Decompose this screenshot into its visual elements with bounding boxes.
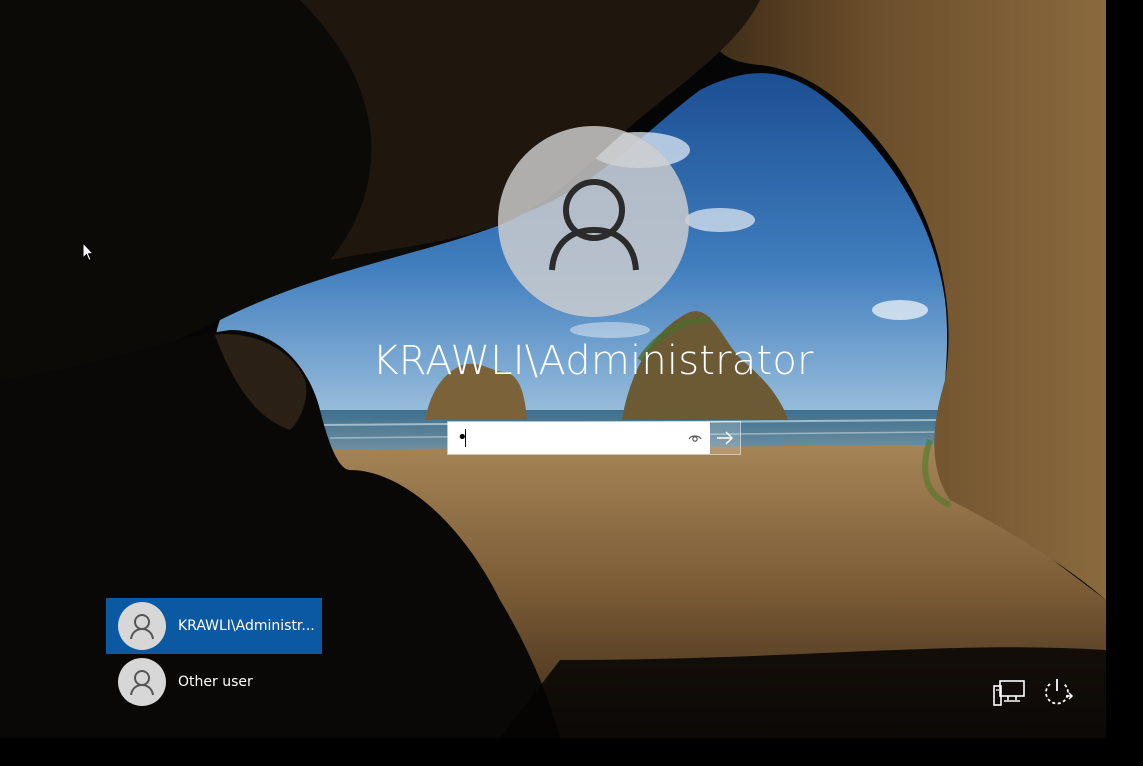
password-box: • [447,421,741,455]
power-icon[interactable] [1040,676,1074,708]
user-avatar [498,126,689,317]
user-silhouette-icon [130,614,154,640]
username-title: KRAWLI\Administrator [372,338,814,384]
lock-screen: KRAWLI\Administrator • KRAWLI\Administr.… [0,0,1106,738]
arrow-right-icon [717,431,734,445]
user-silhouette-icon [130,670,154,696]
user-tile-administrator[interactable]: KRAWLI\Administr... [106,598,322,654]
text-caret [465,429,466,447]
eye-icon[interactable] [688,431,702,445]
user-silhouette-icon [548,178,639,270]
password-mask: • [457,427,468,448]
user-tile-label: KRAWLI\Administr... [178,618,315,634]
avatar [118,602,166,650]
user-tile-other-user[interactable]: Other user [106,654,322,710]
network-icon[interactable] [992,677,1026,707]
mouse-pointer-icon [82,242,94,262]
password-input[interactable]: • [448,422,710,454]
user-tile-label: Other user [178,674,253,690]
avatar [118,658,166,706]
submit-button[interactable] [710,422,740,454]
